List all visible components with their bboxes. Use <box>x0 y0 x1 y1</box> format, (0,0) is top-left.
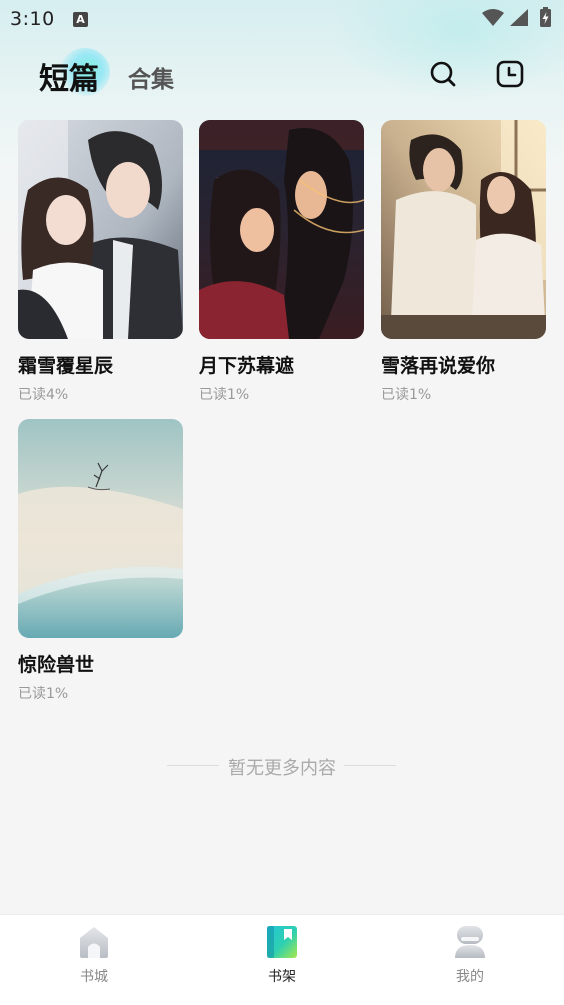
book-card[interactable]: 雪落再说爱你 已读1% <box>381 120 546 404</box>
book-title[interactable]: 月下苏幕遮 <box>199 351 364 378</box>
nav-item-profile[interactable]: 我的 <box>425 925 515 995</box>
house-icon <box>80 927 108 958</box>
status-icons <box>480 7 556 29</box>
search-icon <box>430 61 456 87</box>
status-time: 3:10 <box>10 8 55 30</box>
nav-item-bookshelf[interactable]: 书架 <box>237 925 327 995</box>
book-title[interactable]: 雪落再说爱你 <box>381 351 546 378</box>
status-bar: 3:10 A <box>0 0 564 38</box>
nav-label: 书架 <box>268 969 296 985</box>
book-title[interactable]: 霜雪覆星辰 <box>18 351 183 378</box>
bottom-navigation: 书城 书架 我的 <box>0 914 564 1005</box>
bookshelf-icon <box>267 926 297 958</box>
wifi-icon <box>482 9 504 26</box>
history-button[interactable] <box>492 56 528 92</box>
nav-label: 书城 <box>80 969 108 985</box>
reading-progress: 已读1% <box>199 387 250 403</box>
reading-progress: 已读1% <box>18 686 69 702</box>
tab-collections[interactable]: 合集 <box>128 60 174 94</box>
clock-icon <box>496 60 524 88</box>
top-header: 短篇 合集 <box>0 42 564 106</box>
notification-a-icon: A <box>73 12 88 27</box>
book-card[interactable]: 月下苏幕遮 已读1% <box>199 120 364 404</box>
book-cover[interactable] <box>381 120 546 339</box>
book-cover[interactable] <box>18 419 183 638</box>
reading-progress: 已读1% <box>381 387 432 403</box>
reading-progress: 已读4% <box>18 387 69 403</box>
book-card[interactable]: 惊险兽世 已读1% <box>18 419 183 703</box>
battery-icon <box>540 7 551 27</box>
nav-item-bookstore[interactable]: 书城 <box>49 925 139 995</box>
book-title[interactable]: 惊险兽世 <box>18 650 183 677</box>
book-cover[interactable] <box>199 120 364 339</box>
divider <box>344 765 396 766</box>
book-cover[interactable] <box>18 120 183 339</box>
profile-icon <box>455 926 485 958</box>
nav-label: 我的 <box>456 969 484 985</box>
signal-icon <box>510 9 528 26</box>
search-button[interactable] <box>425 56 461 92</box>
book-card[interactable]: 霜雪覆星辰 已读4% <box>18 120 183 404</box>
list-end-indicator: 暂无更多内容 <box>0 754 564 779</box>
list-end-text: 暂无更多内容 <box>228 758 336 779</box>
tab-short-stories[interactable]: 短篇 <box>39 54 99 98</box>
